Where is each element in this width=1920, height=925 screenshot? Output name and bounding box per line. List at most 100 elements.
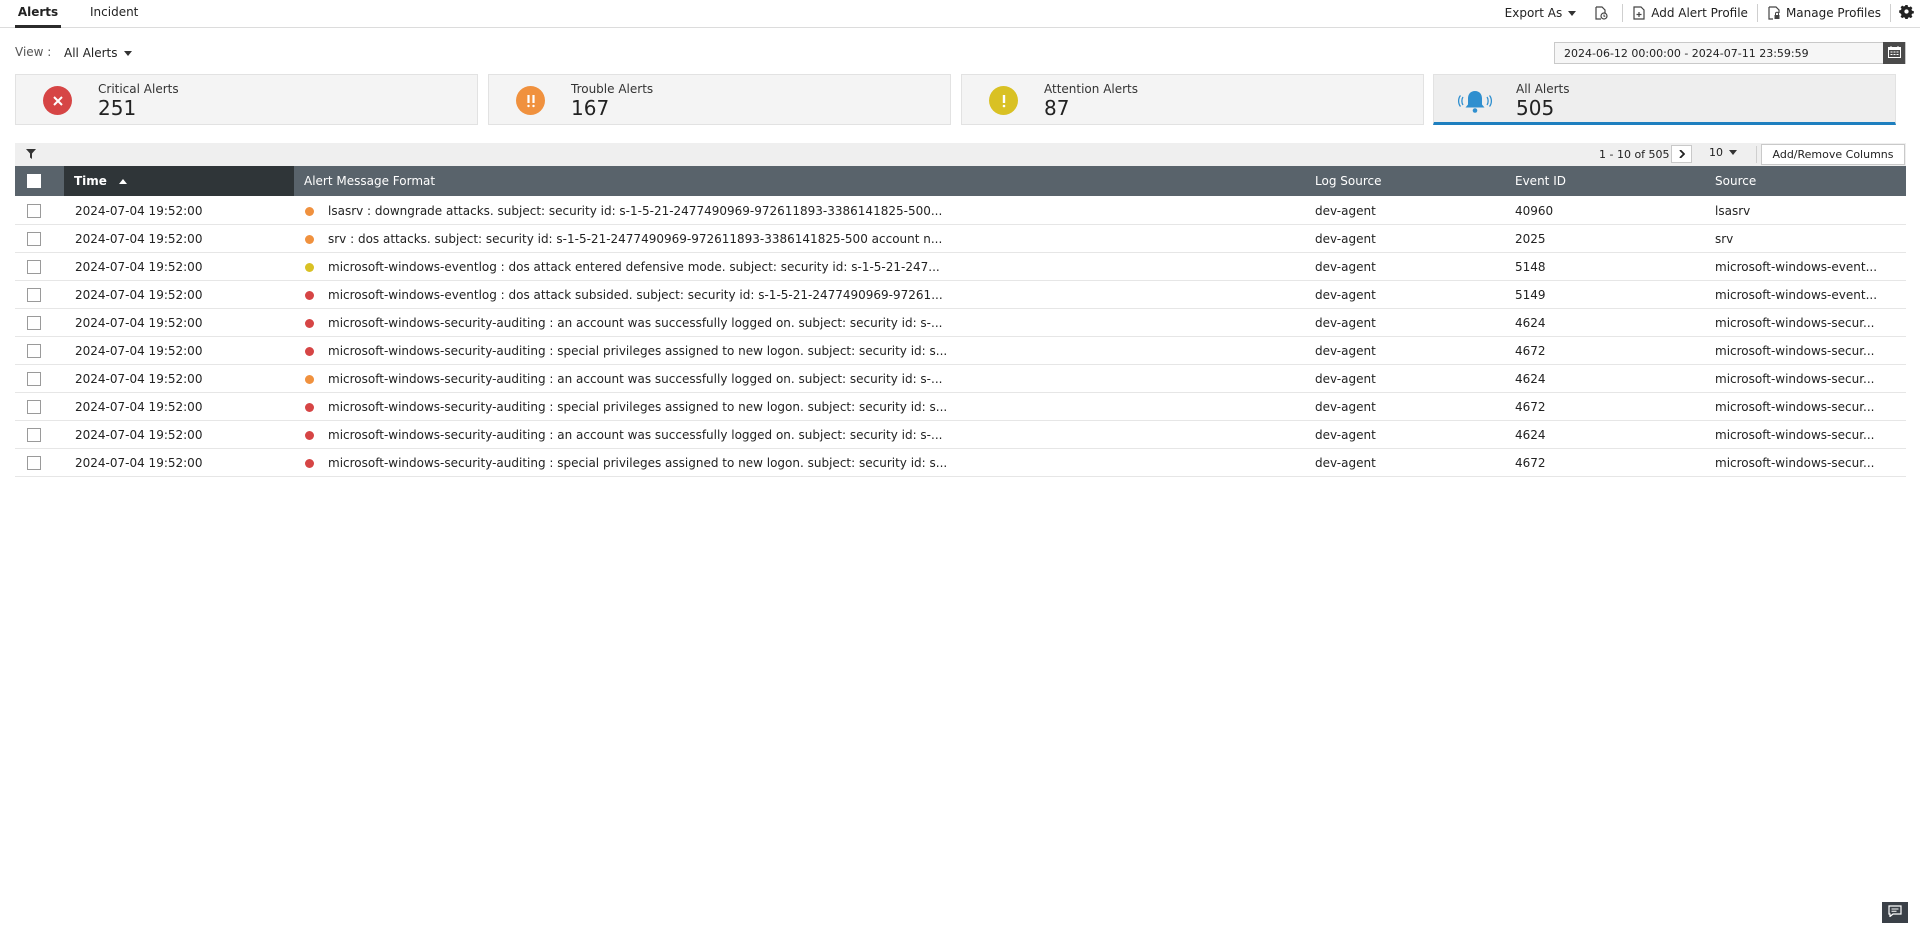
cell-source: microsoft-windows-secur... <box>1715 400 1875 414</box>
toolbar-divider <box>1756 146 1757 163</box>
table-row[interactable]: 2024-07-04 19:52:00 microsoft-windows-sec… <box>15 337 1906 365</box>
cell-alert-message: microsoft-windows-security-auditing : an… <box>328 316 943 330</box>
row-checkbox[interactable] <box>27 372 41 386</box>
cell-time: 2024-07-04 19:52:00 <box>75 316 203 330</box>
top-tab-bar: Alerts Incident Export As Add Alert Prof… <box>0 0 1920 28</box>
trouble-alerts-card[interactable]: Trouble Alerts 167 <box>488 74 951 125</box>
calendar-button[interactable] <box>1883 42 1905 64</box>
cell-log-source: dev-agent <box>1315 288 1376 302</box>
row-checkbox[interactable] <box>27 456 41 470</box>
card-title: All Alerts <box>1516 82 1570 96</box>
row-checkbox[interactable] <box>27 260 41 274</box>
critical-alerts-card[interactable]: Critical Alerts 251 <box>15 74 478 125</box>
card-count: 87 <box>1044 96 1070 120</box>
table-row[interactable]: 2024-07-04 19:52:00 microsoft-windows-sec… <box>15 421 1906 449</box>
table-row[interactable]: 2024-07-04 19:52:00 microsoft-windows-sec… <box>15 365 1906 393</box>
manage-profiles-button[interactable]: Manage Profiles <box>1758 4 1890 22</box>
row-checkbox[interactable] <box>27 400 41 414</box>
severity-critical-icon <box>305 403 314 412</box>
cell-source: microsoft-windows-event... <box>1715 288 1878 302</box>
date-range-picker[interactable]: 2024-06-12 00:00:00 - 2024-07-11 23:59:5… <box>1554 42 1906 64</box>
cell-event-id: 4624 <box>1515 372 1546 386</box>
cell-time: 2024-07-04 19:52:00 <box>75 428 203 442</box>
cell-alert-message: microsoft-windows-security-auditing : an… <box>328 428 943 442</box>
cell-event-id: 5149 <box>1515 288 1546 302</box>
column-header-log-source[interactable]: Log Source <box>1315 166 1381 196</box>
cell-event-id: 2025 <box>1515 232 1546 246</box>
table-row[interactable]: 2024-07-04 19:52:00 srv : dos attacks. su… <box>15 225 1906 253</box>
all-alerts-card[interactable]: All Alerts 505 <box>1433 74 1896 125</box>
add-remove-columns-button[interactable]: Add/Remove Columns <box>1761 144 1905 165</box>
schedule-report-button[interactable] <box>1585 4 1622 22</box>
row-checkbox[interactable] <box>27 316 41 330</box>
chat-icon <box>1888 905 1902 920</box>
cell-alert-message: microsoft-windows-security-auditing : sp… <box>328 344 948 358</box>
export-as-label: Export As <box>1504 6 1563 20</box>
add-alert-profile-button[interactable]: Add Alert Profile <box>1623 4 1757 22</box>
manage-profiles-label: Manage Profiles <box>1785 6 1881 20</box>
cell-log-source: dev-agent <box>1315 456 1376 470</box>
table-row[interactable]: 2024-07-04 19:52:00 lsasrv : downgrade at… <box>15 197 1906 225</box>
document-clock-icon <box>1594 6 1608 20</box>
card-count: 251 <box>98 96 137 120</box>
add-document-icon <box>1632 6 1646 20</box>
filter-icon[interactable] <box>26 148 36 162</box>
chat-button[interactable] <box>1882 902 1908 923</box>
card-title: Attention Alerts <box>1044 82 1139 96</box>
column-header-source[interactable]: Source <box>1715 166 1756 196</box>
cell-source: lsasrv <box>1715 204 1751 218</box>
view-select[interactable]: All Alerts <box>64 46 132 60</box>
add-alert-profile-label: Add Alert Profile <box>1651 6 1748 20</box>
table-row[interactable]: 2024-07-04 19:52:00 microsoft-windows-eve… <box>15 253 1906 281</box>
cell-log-source: dev-agent <box>1315 400 1376 414</box>
export-as-dropdown[interactable]: Export As <box>1496 4 1586 22</box>
tab-incident[interactable]: Incident <box>90 0 138 28</box>
table-row[interactable]: 2024-07-04 19:52:00 microsoft-windows-sec… <box>15 393 1906 421</box>
cell-log-source: dev-agent <box>1315 372 1376 386</box>
date-range-value: 2024-06-12 00:00:00 - 2024-07-11 23:59:5… <box>1564 46 1809 60</box>
row-checkbox[interactable] <box>27 344 41 358</box>
card-count: 167 <box>571 96 610 120</box>
cell-alert-message: microsoft-windows-security-auditing : an… <box>328 372 943 386</box>
column-header-alert-message-format[interactable]: Alert Message Format <box>304 166 435 196</box>
severity-trouble-icon <box>305 375 314 384</box>
cell-event-id: 4672 <box>1515 344 1546 358</box>
column-header-label: Time <box>74 174 107 188</box>
column-header-event-id[interactable]: Event ID <box>1515 166 1566 196</box>
cell-log-source: dev-agent <box>1315 428 1376 442</box>
cell-event-id: 4624 <box>1515 428 1546 442</box>
severity-critical-icon <box>305 319 314 328</box>
row-checkbox[interactable] <box>27 232 41 246</box>
row-checkbox[interactable] <box>27 428 41 442</box>
cell-source: srv <box>1715 232 1734 246</box>
attention-alerts-card[interactable]: Attention Alerts 87 <box>961 74 1424 125</box>
severity-trouble-icon <box>305 207 314 216</box>
pagination-range: 1 - 10 of 505 <box>1599 148 1670 161</box>
severity-critical-icon <box>305 459 314 468</box>
row-checkbox[interactable] <box>27 204 41 218</box>
cell-time: 2024-07-04 19:52:00 <box>75 456 203 470</box>
cell-alert-message: srv : dos attacks. subject: security id:… <box>328 232 943 246</box>
table-row[interactable]: 2024-07-04 19:52:00 microsoft-windows-sec… <box>15 309 1906 337</box>
next-page-button[interactable] <box>1671 145 1692 163</box>
cell-event-id: 40960 <box>1515 204 1554 218</box>
row-checkbox[interactable] <box>27 288 41 302</box>
severity-attention-icon <box>305 263 314 272</box>
select-all-checkbox[interactable] <box>27 174 41 188</box>
card-title: Trouble Alerts <box>571 82 654 96</box>
tab-alerts[interactable]: Alerts <box>15 0 61 28</box>
gear-icon <box>1899 4 1914 22</box>
table-row[interactable]: 2024-07-04 19:52:00 microsoft-windows-eve… <box>15 281 1906 309</box>
chevron-down-icon <box>123 50 132 56</box>
table-header: Time Alert Message Format Log Source Eve… <box>15 166 1906 196</box>
column-header-time[interactable]: Time <box>64 166 294 196</box>
severity-trouble-icon <box>305 235 314 244</box>
page-size-select[interactable]: 10 <box>1709 146 1737 159</box>
cell-source: microsoft-windows-event... <box>1715 260 1878 274</box>
cell-alert-message: microsoft-windows-eventlog : dos attack … <box>328 260 940 274</box>
cell-event-id: 5148 <box>1515 260 1546 274</box>
document-lock-icon <box>1767 6 1781 20</box>
table-row[interactable]: 2024-07-04 19:52:00 microsoft-windows-sec… <box>15 449 1906 477</box>
cell-event-id: 4624 <box>1515 316 1546 330</box>
settings-button[interactable] <box>1891 4 1920 22</box>
